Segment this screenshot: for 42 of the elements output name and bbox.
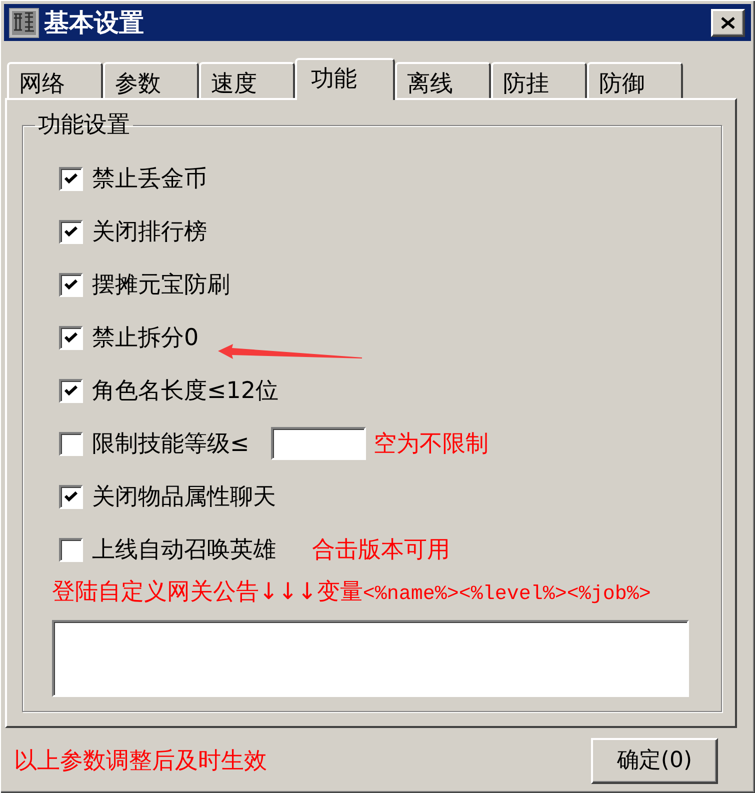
checkmark-icon [64, 385, 78, 396]
checkmark-icon [64, 279, 78, 290]
checkmark-icon [64, 173, 78, 184]
checkbox-label: 摆摊元宝防刷 [92, 272, 230, 298]
text-field[interactable] [271, 427, 366, 460]
tab[interactable]: 防挂 [491, 62, 587, 98]
tab[interactable]: 速度 [199, 62, 295, 98]
checkbox[interactable] [59, 484, 83, 508]
checkmark-icon [64, 491, 78, 502]
checkbox-label: 禁止丢金币 [92, 166, 207, 192]
checkmark-icon [64, 332, 78, 343]
checkbox-label: 角色名长度≤12位 [92, 378, 279, 404]
checkbox-label: 上线自动召唤英雄 [92, 536, 276, 562]
window-title: 基本设置 [44, 10, 144, 35]
tab[interactable]: 网络 [7, 62, 103, 98]
tab[interactable]: 参数 [103, 62, 199, 98]
checkbox[interactable] [59, 220, 83, 244]
checkbox-label: 禁止拆分0 [92, 324, 199, 350]
tab[interactable]: 离线 [395, 62, 491, 98]
checkbox-label: 限制技能等级≤ [92, 430, 250, 456]
checkmark-icon [64, 226, 78, 237]
variable-list: <%name%><%level%><%job%> [362, 582, 651, 608]
checkbox[interactable] [59, 272, 83, 296]
close-button[interactable] [711, 8, 745, 36]
announcement-label: 登陆自定义网关公告↓↓↓变量 [52, 579, 363, 605]
hint-text: 空为不限制 [373, 430, 488, 456]
checkbox-label: 关闭物品属性聊天 [92, 484, 276, 510]
ok-button[interactable]: 确定(0) [591, 738, 718, 784]
checkbox[interactable] [59, 432, 83, 456]
tab[interactable]: 功能 [295, 58, 395, 100]
hint-text: 合击版本可用 [312, 536, 450, 562]
announcement-field[interactable] [52, 620, 689, 697]
group-title: 功能设置 [37, 112, 131, 138]
checkbox[interactable] [59, 538, 83, 562]
app-icon [9, 8, 39, 38]
checkbox[interactable] [59, 378, 83, 402]
tab[interactable]: 防御 [587, 62, 683, 98]
close-icon [721, 16, 735, 28]
checkbox[interactable] [59, 326, 83, 350]
notice-text: 以上参数调整后及时生效 [14, 748, 267, 774]
checkbox-label: 关闭排行榜 [92, 218, 207, 244]
checkbox[interactable] [59, 166, 83, 190]
